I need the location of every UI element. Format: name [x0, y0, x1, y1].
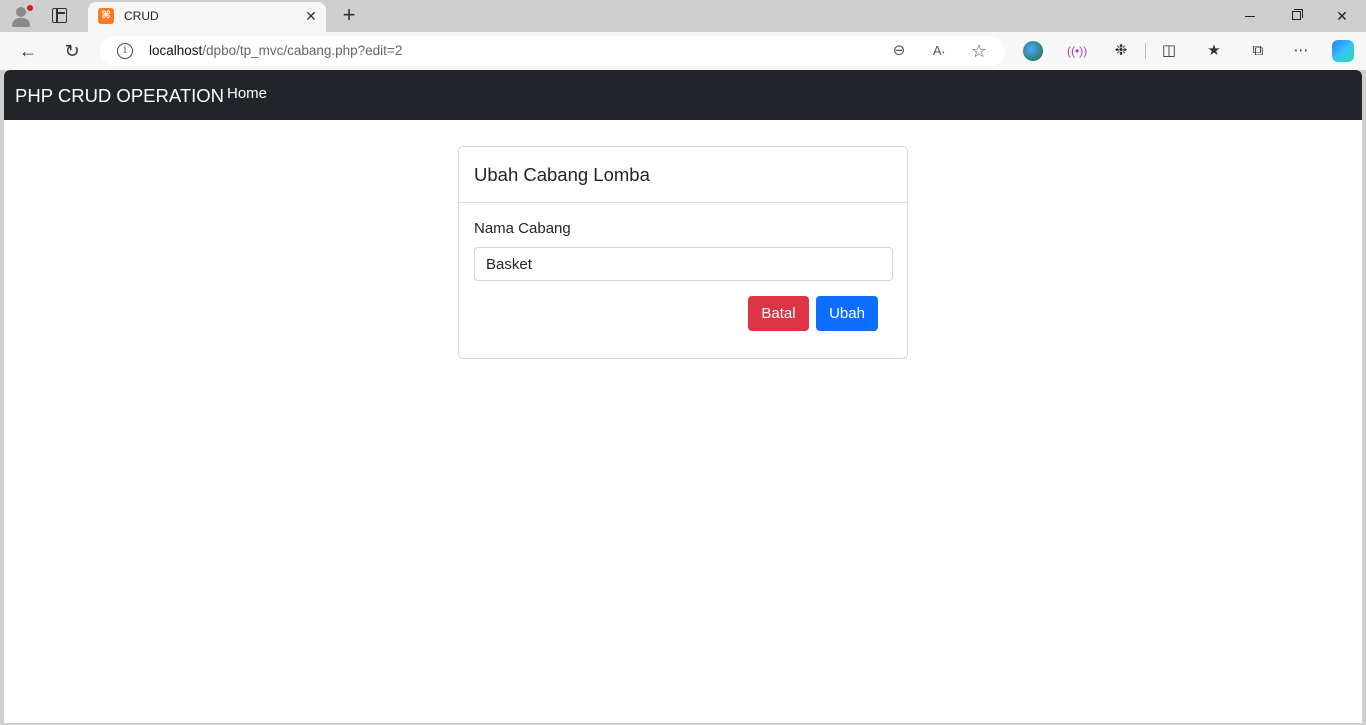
minimize-icon: [1245, 16, 1255, 17]
copilot-icon[interactable]: [1332, 40, 1354, 62]
url-path: /dpbo/tp_mvc/cabang.php?edit=2: [202, 43, 403, 58]
page-title: Ubah Cabang Lomba: [474, 164, 650, 185]
split-screen-icon[interactable]: ◫: [1159, 41, 1179, 61]
nama-cabang-input[interactable]: [474, 247, 893, 281]
tab-actions-icon[interactable]: [52, 8, 67, 23]
notification-dot: [27, 5, 33, 11]
edit-form-card: Ubah Cabang Lomba Nama Cabang Batal Ubah: [458, 146, 908, 359]
broadcast-extension-icon[interactable]: ((•)): [1067, 41, 1087, 61]
more-icon[interactable]: ⋯: [1291, 41, 1311, 61]
read-aloud-icon[interactable]: A⸳: [929, 41, 949, 61]
tab-title: CRUD: [124, 9, 159, 23]
reload-icon[interactable]: ↻: [60, 39, 84, 63]
close-window-button[interactable]: ✕: [1322, 3, 1362, 29]
navbar: PHP CRUD OPERATION Home: [4, 70, 1362, 120]
xampp-favicon-icon: ⌘: [98, 8, 114, 24]
restore-icon: [1292, 11, 1301, 20]
page-viewport: PHP CRUD OPERATION Home Ubah Cabang Lomb…: [4, 70, 1362, 723]
minimize-button[interactable]: [1230, 3, 1270, 29]
nav-link-home[interactable]: Home: [227, 85, 267, 102]
url-host: localhost: [149, 43, 203, 58]
favorites-icon[interactable]: ★: [1204, 41, 1224, 61]
active-tab[interactable]: ⌘ CRUD ✕: [88, 2, 326, 32]
close-tab-icon[interactable]: ✕: [302, 7, 320, 25]
toolbar-separator: [1145, 43, 1146, 59]
globe-extension-icon[interactable]: [1023, 41, 1043, 61]
favorite-star-icon[interactable]: ☆: [969, 41, 989, 61]
card-header: Ubah Cabang Lomba: [459, 147, 907, 203]
back-icon[interactable]: ←: [16, 39, 40, 63]
profile-avatar-icon[interactable]: [10, 5, 33, 27]
avatar-head: [16, 7, 26, 17]
new-tab-icon[interactable]: +: [338, 3, 360, 27]
collections-icon[interactable]: ⧉: [1248, 41, 1268, 61]
nama-cabang-label: Nama Cabang: [474, 220, 571, 237]
url-text[interactable]: localhost/dpbo/tp_mvc/cabang.php?edit=2: [149, 43, 402, 58]
cancel-button[interactable]: Batal: [748, 296, 809, 331]
tab-strip: ⌘ CRUD ✕ + ✕: [0, 0, 1366, 32]
extensions-icon[interactable]: ❉: [1111, 41, 1131, 61]
navbar-brand[interactable]: PHP CRUD OPERATION: [15, 85, 224, 107]
zoom-icon[interactable]: ⊖: [889, 41, 909, 61]
site-info-icon[interactable]: i: [117, 43, 133, 59]
submit-button[interactable]: Ubah: [816, 296, 878, 331]
browser-toolbar: ← ↻ i localhost/dpbo/tp_mvc/cabang.php?e…: [0, 32, 1366, 70]
restore-button[interactable]: [1276, 3, 1316, 29]
avatar-body: [12, 18, 30, 27]
address-bar[interactable]: i localhost/dpbo/tp_mvc/cabang.php?edit=…: [100, 36, 1005, 66]
